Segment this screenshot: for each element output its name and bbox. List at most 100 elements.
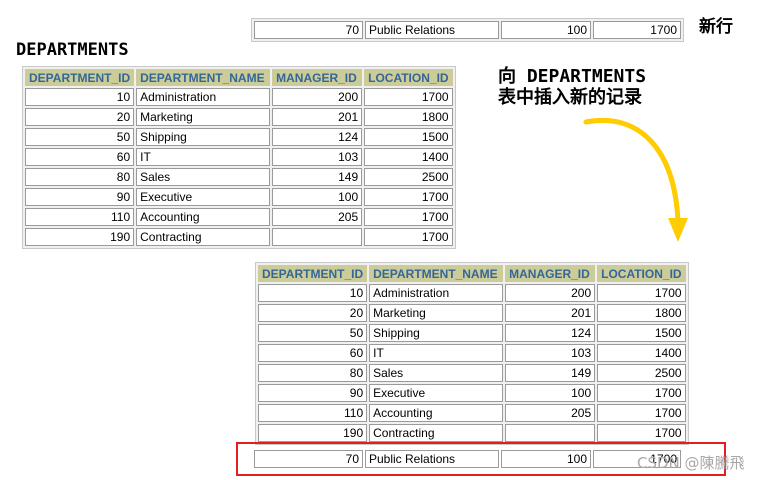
cell-department-id: 20	[25, 108, 135, 126]
cell-location-id: 1800	[597, 304, 686, 322]
table-row: 190 Contracting 1700	[258, 424, 686, 442]
cell-department-id: 80	[258, 364, 368, 382]
table-row: 50 Shipping 124 1500	[258, 324, 686, 342]
cell-location-id: 2500	[597, 364, 686, 382]
cell-department-name: Marketing	[136, 108, 271, 126]
cell-department-id: 10	[25, 88, 135, 106]
cell-department-name: Executive	[369, 384, 504, 402]
cell-department-name: Sales	[136, 168, 271, 186]
header-row: DEPARTMENT_ID DEPARTMENT_NAME MANAGER_ID LO…	[258, 265, 686, 282]
cell-manager-id: 103	[272, 148, 363, 166]
header-department-id: DEPARTMENT_ID	[258, 265, 368, 282]
cell-location-id: 1700	[364, 208, 453, 226]
cell-department-id: 190	[258, 424, 368, 442]
table-row: 190 Contracting 1700	[25, 228, 453, 246]
cell-manager-id	[505, 424, 596, 442]
cell-department-name: Administration	[369, 284, 504, 302]
cell-department-id: 90	[258, 384, 368, 402]
table-row: 80 Sales 149 2500	[258, 364, 686, 382]
table-row: 90 Executive 100 1700	[25, 188, 453, 206]
cell-department-name: Administration	[136, 88, 271, 106]
result-table-head: DEPARTMENT_ID DEPARTMENT_NAME MANAGER_ID LO…	[258, 265, 686, 282]
cell-department-id: 50	[258, 324, 368, 342]
cell-manager-id: 100	[272, 188, 363, 206]
table-row: 90 Executive 100 1700	[258, 384, 686, 402]
cell-department-id: 70	[254, 450, 363, 468]
header-manager-id: MANAGER_ID	[272, 69, 363, 86]
cell-department-name: IT	[136, 148, 271, 166]
cell-manager-id	[272, 228, 363, 246]
header-department-name: DEPARTMENT_NAME	[369, 265, 504, 282]
departments-table-original: DEPARTMENT_ID DEPARTMENT_NAME MANAGER_ID LO…	[22, 66, 456, 249]
table-row: 110 Accounting 205 1700	[258, 404, 686, 422]
cell-department-name: Accounting	[369, 404, 504, 422]
header-location-id: LOCATION_ID	[364, 69, 453, 86]
cell-department-id: 20	[258, 304, 368, 322]
cell-location-id: 1700	[364, 228, 453, 246]
cell-location-id: 1800	[364, 108, 453, 126]
cell-department-name: Shipping	[369, 324, 504, 342]
cell-manager-id: 200	[505, 284, 596, 302]
cell-manager-id: 205	[272, 208, 363, 226]
table-row: 70 Public Relations 100 1700	[254, 21, 681, 39]
table-row: 20 Marketing 201 1800	[258, 304, 686, 322]
table-row: 10 Administration 200 1700	[25, 88, 453, 106]
cell-department-name: Contracting	[369, 424, 504, 442]
cell-department-id: 60	[25, 148, 135, 166]
header-department-id: DEPARTMENT_ID	[25, 69, 135, 86]
cell-department-id: 80	[25, 168, 135, 186]
cell-department-name: Public Relations	[365, 21, 499, 39]
cell-location-id: 1400	[364, 148, 453, 166]
cell-department-name: Shipping	[136, 128, 271, 146]
top-new-row-body: 70 Public Relations 100 1700	[254, 21, 681, 39]
original-table-head: DEPARTMENT_ID DEPARTMENT_NAME MANAGER_ID LO…	[25, 69, 453, 86]
cell-location-id: 1700	[593, 21, 681, 39]
cell-manager-id: 100	[501, 21, 591, 39]
curved-arrow-icon	[583, 118, 688, 242]
insert-note-line2: 表中插入新的记录	[498, 87, 642, 108]
cell-department-name: Contracting	[136, 228, 271, 246]
cell-manager-id: 201	[272, 108, 363, 126]
cell-manager-id: 205	[505, 404, 596, 422]
cell-location-id: 1700	[364, 88, 453, 106]
original-table-body: 10 Administration 200 1700 20 Marketing 201 180…	[25, 88, 453, 246]
top-new-row-table: 70 Public Relations 100 1700	[251, 18, 684, 42]
cell-manager-id: 124	[505, 324, 596, 342]
header-row: DEPARTMENT_ID DEPARTMENT_NAME MANAGER_ID LO…	[25, 69, 453, 86]
inserted-row-table: 70 Public Relations 100 1700	[251, 447, 684, 471]
header-department-name: DEPARTMENT_NAME	[136, 69, 271, 86]
table-row: 60 IT 103 1400	[258, 344, 686, 362]
cell-department-id: 110	[258, 404, 368, 422]
inserted-row-body: 70 Public Relations 100 1700	[254, 450, 681, 468]
cell-department-id: 50	[25, 128, 135, 146]
table-row: 60 IT 103 1400	[25, 148, 453, 166]
cell-location-id: 1500	[597, 324, 686, 342]
table-row: 10 Administration 200 1700	[258, 284, 686, 302]
table-row: 20 Marketing 201 1800	[25, 108, 453, 126]
cell-location-id: 1700	[597, 284, 686, 302]
cell-department-id: 10	[258, 284, 368, 302]
cell-location-id: 2500	[364, 168, 453, 186]
cell-department-name: Executive	[136, 188, 271, 206]
cell-manager-id: 201	[505, 304, 596, 322]
cell-manager-id: 200	[272, 88, 363, 106]
table-title: DEPARTMENTS	[16, 40, 129, 60]
cell-department-id: 90	[25, 188, 135, 206]
cell-department-id: 60	[258, 344, 368, 362]
insert-note-line1: 向 DEPARTMENTS	[498, 66, 647, 87]
cell-department-name: Accounting	[136, 208, 271, 226]
cell-department-id: 70	[254, 21, 363, 39]
cell-manager-id: 100	[501, 450, 591, 468]
cell-department-name: Public Relations	[365, 450, 499, 468]
cell-manager-id: 124	[272, 128, 363, 146]
cell-location-id: 1400	[597, 344, 686, 362]
new-row-label: 新行	[699, 17, 733, 37]
cell-manager-id: 149	[272, 168, 363, 186]
watermark: CSDN @陳騰飛	[637, 454, 745, 472]
cell-location-id: 1500	[364, 128, 453, 146]
table-row: 70 Public Relations 100 1700	[254, 450, 681, 468]
cell-manager-id: 100	[505, 384, 596, 402]
cell-location-id: 1700	[597, 384, 686, 402]
cell-location-id: 1700	[597, 424, 686, 442]
table-row: 50 Shipping 124 1500	[25, 128, 453, 146]
